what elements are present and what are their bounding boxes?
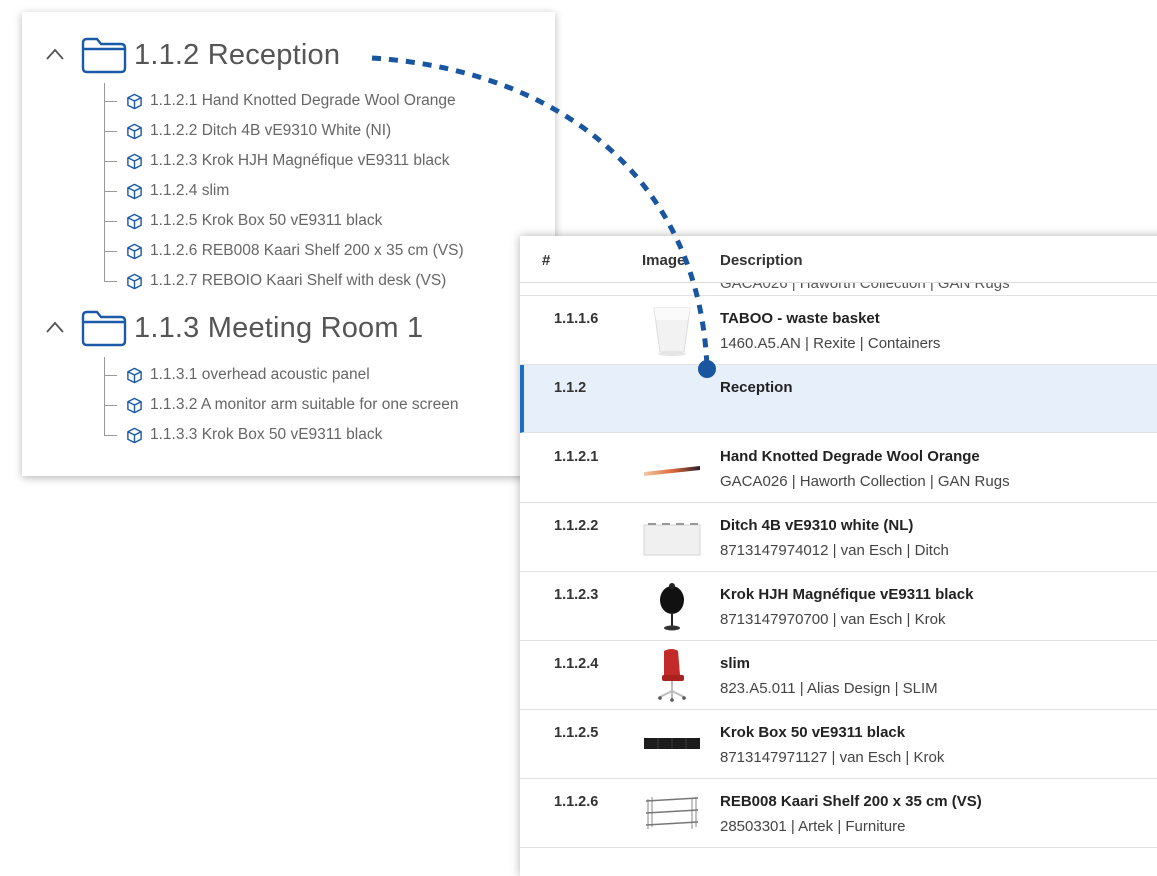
column-header-description[interactable]: Description [720, 252, 803, 269]
folder-icon [81, 310, 127, 347]
tree-item[interactable]: 1.1.3.1 overhead acoustic panel [104, 357, 458, 390]
row-subtitle: 8713147970700 | van Esch | Krok [720, 611, 946, 628]
tree-children-meeting-room: 1.1.3.1 overhead acoustic panel 1.1.3.2 … [104, 357, 459, 450]
tree-group-title: 1.1.3 Meeting Room 1 [134, 311, 424, 344]
table-row[interactable]: 1.1.1.6 TABOO - waste basket 1460.A5.AN … [520, 296, 1157, 365]
tree-item[interactable]: 1.1.2.2 Ditch 4B vE9310 White (NI) [104, 101, 464, 146]
tree-item-label: 1.1.2.4 slim [150, 182, 230, 199]
cube-icon [127, 273, 142, 289]
row-subtitle: 28503301 | Artek | Furniture [720, 818, 906, 835]
tree-item-label: 1.1.2.5 Krok Box 50 vE9311 black [150, 212, 383, 229]
cube-icon [127, 93, 142, 109]
row-title: Krok Box 50 vE9311 black [720, 724, 906, 741]
row-number: 1.1.2.4 [554, 656, 599, 672]
cube-icon [127, 427, 142, 443]
cube-icon [127, 397, 142, 413]
table-row[interactable]: 1.1.2.5 Krok Box 50 vE9311 black 8713147… [520, 710, 1157, 779]
rug-thumbnail [644, 466, 700, 476]
tree-item-label: 1.1.2.3 Krok HJH Magnéfique vE9311 black [150, 152, 450, 169]
chevron-up-icon[interactable] [44, 317, 66, 339]
tree-item-label: 1.1.3.3 Krok Box 50 vE9311 black [150, 426, 383, 443]
tree-item[interactable]: 1.1.2.6 REB008 Kaari Shelf 200 x 35 cm (… [104, 221, 464, 266]
cube-icon [127, 123, 142, 139]
cube-icon [127, 213, 142, 229]
tree-item[interactable]: 1.1.3.2 A monitor arm suitable for one s… [104, 375, 459, 420]
tree-group-title: 1.1.2 Reception [134, 38, 341, 71]
tree-item[interactable]: 1.1.2.5 Krok Box 50 vE9311 black [104, 191, 464, 236]
row-title: Krok HJH Magnéfique vE9311 black [720, 586, 974, 603]
tree-item-label: 1.1.2.1 Hand Knotted Degrade Wool Orange [150, 92, 456, 109]
tree-item[interactable]: 1.1.2.1 Hand Knotted Degrade Wool Orange [104, 83, 464, 116]
row-subtitle: 8713147971127 | van Esch | Krok [720, 749, 945, 766]
row-number: 1.1.2.2 [554, 518, 599, 534]
table-row-selected[interactable]: 1.1.2 Reception [520, 365, 1157, 433]
column-header-image[interactable]: Image [642, 252, 685, 269]
row-title: REB008 Kaari Shelf 200 x 35 cm (VS) [720, 793, 982, 810]
row-title: slim [720, 655, 751, 672]
table-row[interactable]: 1.1.2.4 slim 823.A5.011 | Alias Design |… [520, 641, 1157, 710]
row-subtitle: 1460.A5.AN | Rexite | Containers [720, 335, 941, 352]
row-number: 1.1.2.6 [554, 794, 599, 810]
column-header-number[interactable]: # [542, 252, 550, 269]
row-title: Ditch 4B vE9310 white (NL) [720, 517, 914, 534]
structure-tree-panel: 1.1.2 Reception 1.1.2.1 Hand Knotted Deg… [22, 12, 555, 476]
row-number: 1.1.2.1 [554, 449, 599, 465]
tree-item[interactable]: 1.1.2.4 slim [104, 161, 464, 206]
row-number: 1.1.2 [554, 380, 587, 396]
cube-icon [127, 183, 142, 199]
table-row[interactable]: 1.1.2.6 REB008 Kaari Shelf 200 x 35 cm (… [520, 779, 1157, 848]
chevron-up-icon[interactable] [44, 44, 66, 66]
clipped-row: GACA026 | Haworth Collection | GAN Rugs [520, 283, 1157, 291]
tree-item-label: 1.1.2.7 REBOIO Kaari Shelf with desk (VS… [150, 272, 447, 289]
black-box-thumbnail [644, 738, 700, 749]
row-title: Reception [720, 379, 793, 396]
tree-item-label: 1.1.3.1 overhead acoustic panel [150, 366, 370, 383]
row-subtitle: GACA026 | Haworth Collection | GAN Rugs [720, 473, 1010, 490]
item-table-panel: # Image Description GACA026 | Haworth Co… [520, 236, 1157, 876]
bins-thumbnail [643, 523, 701, 556]
chair-thumbnail [658, 649, 686, 702]
row-number: 1.1.1.6 [554, 311, 599, 327]
tree-item[interactable]: 1.1.2.7 REBOIO Kaari Shelf with desk (VS… [104, 251, 464, 296]
cube-icon [127, 367, 142, 383]
tree-children-reception: 1.1.2.1 Hand Knotted Degrade Wool Orange… [104, 83, 464, 296]
row-subtitle: 8713147974012 | van Esch | Ditch [720, 542, 949, 559]
tree-group-meeting-room[interactable]: 1.1.3 Meeting Room 1 [44, 308, 423, 348]
table-row[interactable]: 1.1.2.1 Hand Knotted Degrade Wool Orange… [520, 434, 1157, 503]
coat-stand-thumbnail [660, 583, 684, 631]
tree-item[interactable]: 1.1.2.3 Krok HJH Magnéfique vE9311 black [104, 131, 464, 176]
row-number: 1.1.2.5 [554, 725, 599, 741]
table-row[interactable]: 1.1.2.2 Ditch 4B vE9310 white (NL) 87131… [520, 503, 1157, 572]
tree-item-label: 1.1.3.2 A monitor arm suitable for one s… [150, 396, 459, 413]
row-title: TABOO - waste basket [720, 310, 880, 327]
row-number: 1.1.2.3 [554, 587, 599, 603]
row-subtitle: 823.A5.011 | Alias Design | SLIM [720, 680, 938, 697]
folder-icon [81, 37, 127, 74]
tree-item-label: 1.1.2.2 Ditch 4B vE9310 White (NI) [150, 122, 392, 139]
tree-group-reception[interactable]: 1.1.2 Reception [44, 35, 340, 75]
cube-icon [127, 243, 142, 259]
shelf-thumbnail [645, 797, 699, 829]
table-row[interactable]: 1.1.2.3 Krok HJH Magnéfique vE9311 black… [520, 572, 1157, 641]
tree-item[interactable]: 1.1.3.3 Krok Box 50 vE9311 black [104, 405, 458, 450]
row-title: Hand Knotted Degrade Wool Orange [720, 448, 980, 465]
cube-icon [127, 153, 142, 169]
clipped-row-text: GACA026 | Haworth Collection | GAN Rugs [720, 283, 1010, 291]
tree-item-label: 1.1.2.6 REB008 Kaari Shelf 200 x 35 cm (… [150, 242, 464, 259]
waste-basket-thumbnail [653, 307, 691, 356]
